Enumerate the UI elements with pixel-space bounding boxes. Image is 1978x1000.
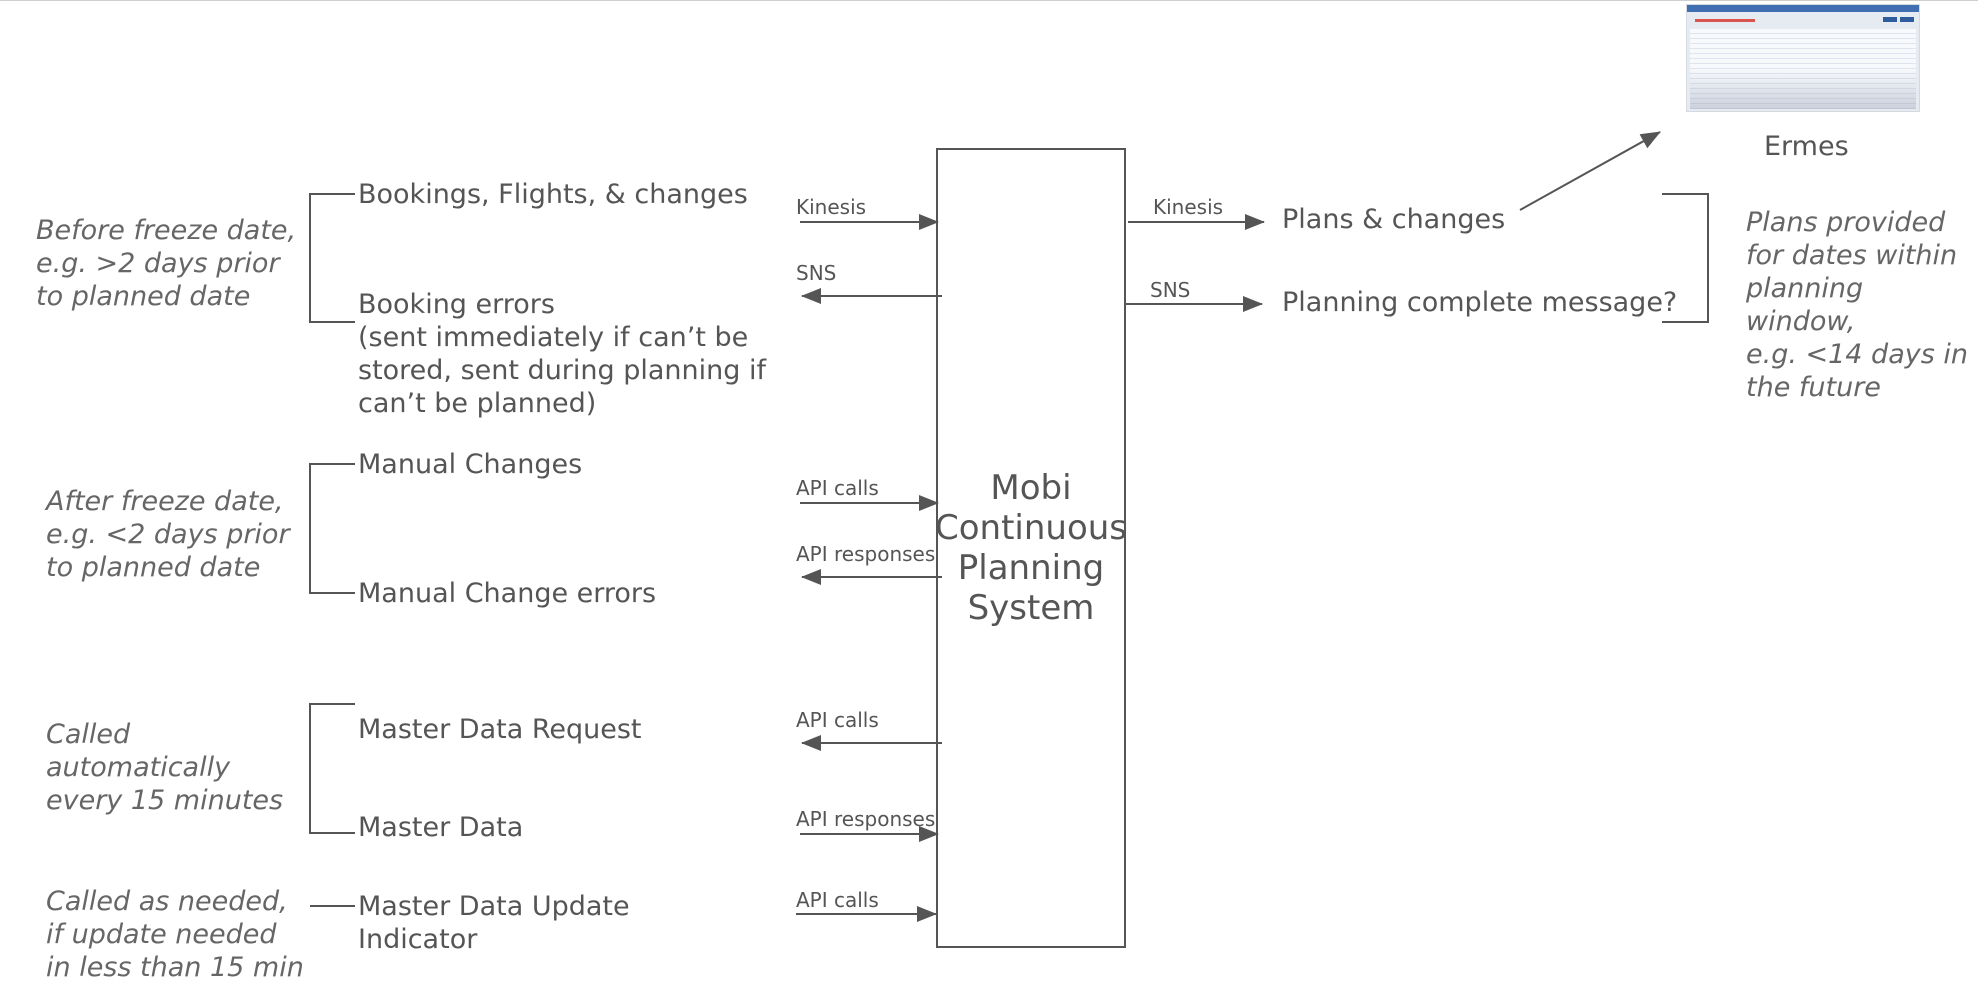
arrow-to-ermes xyxy=(1519,131,1661,211)
label-kinesis-out: Kinesis xyxy=(1153,195,1224,219)
mobi-planning-system-label: Mobi Continuous Planning System xyxy=(934,468,1128,628)
label-api-calls-3: API calls xyxy=(796,888,879,912)
bracket-after-freeze xyxy=(309,463,355,594)
bracket-master-data xyxy=(309,703,355,834)
note-plans-provided: Plans provided for dates within planning… xyxy=(1746,207,1968,403)
item-manual-changes: Manual Changes xyxy=(358,449,583,480)
item-planning-complete: Planning complete message? xyxy=(1282,287,1678,318)
label-api-calls-1: API calls xyxy=(796,476,879,500)
label-api-responses-2: API responses xyxy=(796,807,936,831)
label-kinesis-in: Kinesis xyxy=(796,195,867,219)
note-called-as-needed: Called as needed, if update needed in le… xyxy=(46,886,304,983)
label-sns-out: SNS xyxy=(796,261,837,285)
label-api-responses-1: API responses xyxy=(796,542,936,566)
item-booking-errors: Booking errors (sent immediately if can’… xyxy=(358,289,766,419)
note-called-automatically: Called automatically every 15 minutes xyxy=(46,719,284,816)
mobi-planning-system-box: Mobi Continuous Planning System xyxy=(934,148,1128,948)
bracket-before-freeze xyxy=(309,193,355,323)
diagram-canvas: Mobi Continuous Planning System Before f… xyxy=(0,0,1978,1000)
note-after-freeze: After freeze date, e.g. <2 days prior to… xyxy=(46,486,290,583)
item-bookings: Bookings, Flights, & changes xyxy=(358,179,748,210)
item-master-data-request: Master Data Request xyxy=(358,714,642,745)
note-before-freeze: Before freeze date, e.g. >2 days prior t… xyxy=(36,215,297,312)
ermes-label: Ermes xyxy=(1764,131,1849,162)
item-manual-change-errors: Manual Change errors xyxy=(358,578,657,609)
label-api-calls-2: API calls xyxy=(796,708,879,732)
label-sns-out-right: SNS xyxy=(1150,278,1191,302)
item-master-data-update-indicator: Master Data Update Indicator xyxy=(358,891,630,955)
item-master-data: Master Data xyxy=(358,812,524,843)
ermes-screenshot-thumbnail xyxy=(1686,4,1920,112)
item-plans-changes: Plans & changes xyxy=(1282,204,1506,235)
